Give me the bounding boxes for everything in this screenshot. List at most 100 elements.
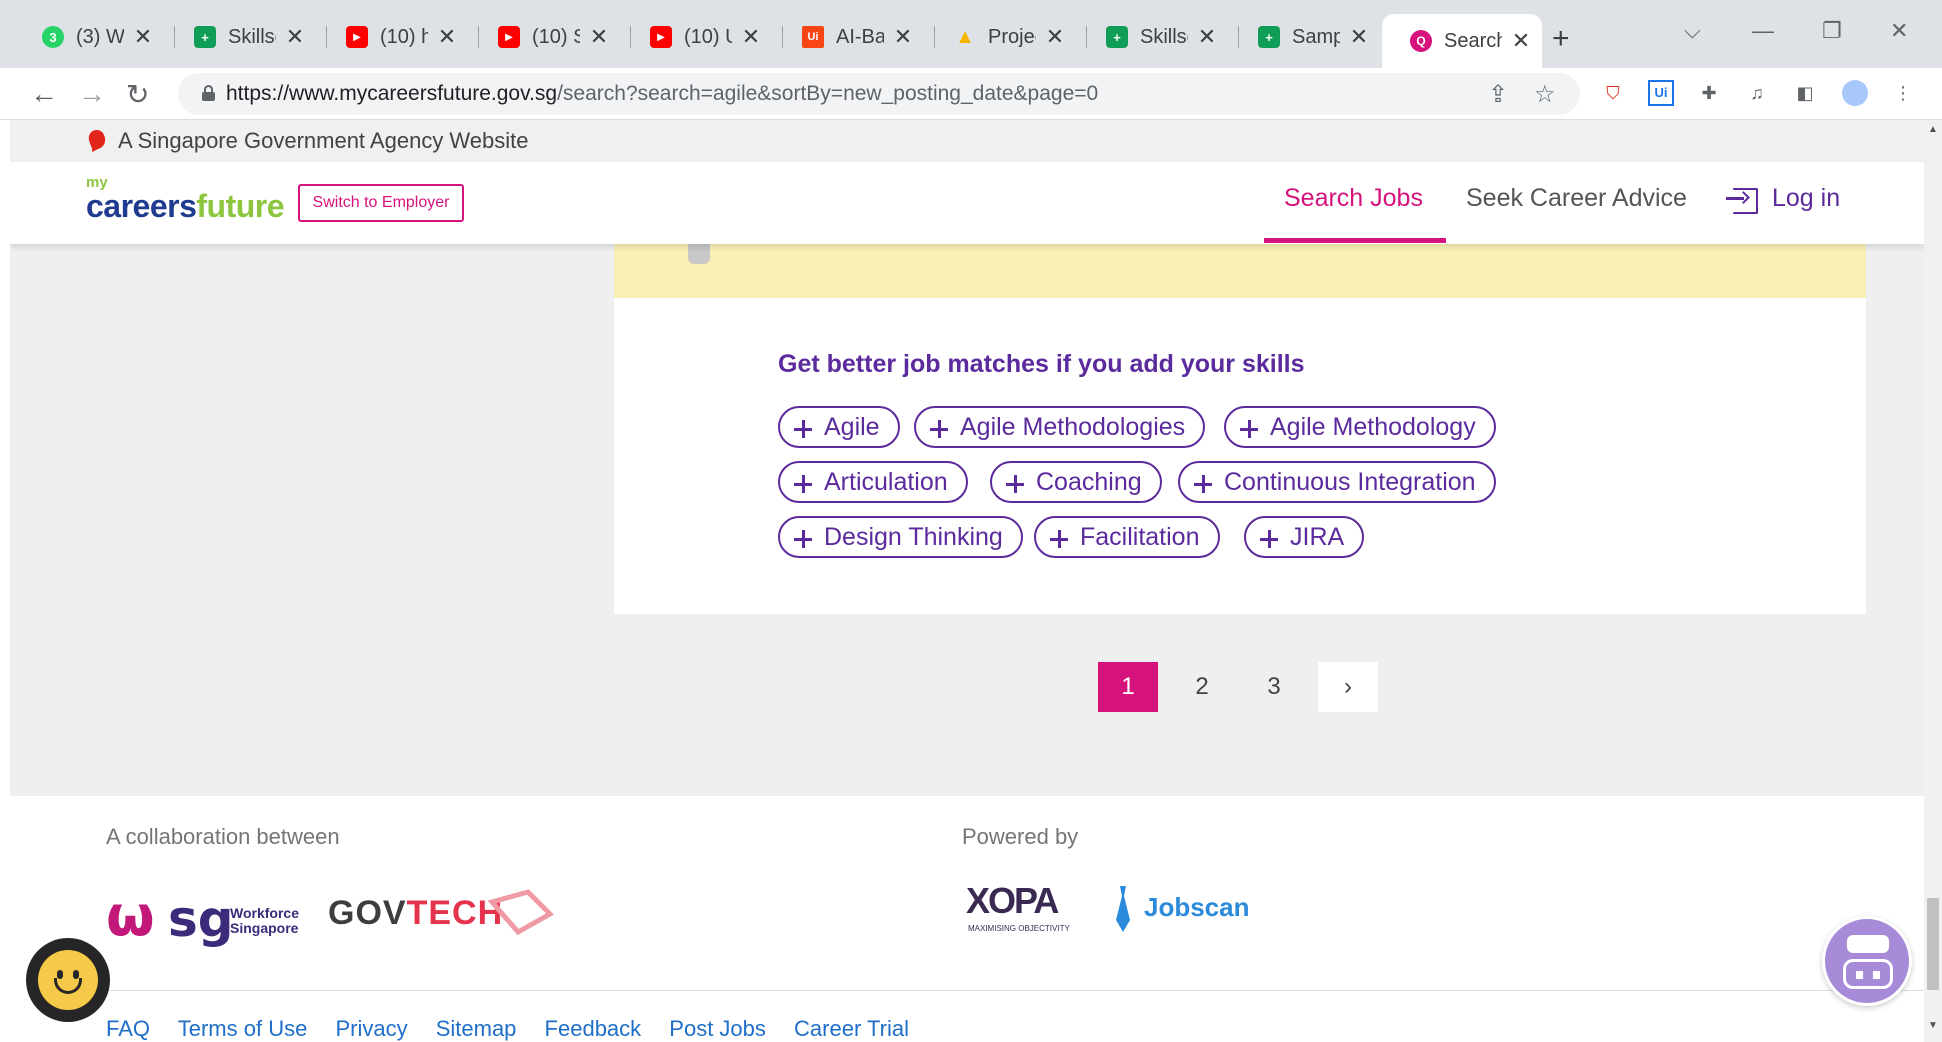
page-2-button[interactable]: 2 [1172,662,1232,712]
browser-tab-active[interactable]: Q Search ✕ [1382,14,1542,68]
skills-suggestion-card: Get better job matches if you add your s… [614,298,1866,614]
scrollbar-thumb[interactable] [1927,898,1939,990]
close-tab-icon[interactable]: ✕ [436,24,458,50]
govtech-logo[interactable]: GOVTECH [328,884,560,944]
footer-link-privacy[interactable]: Privacy [335,1016,407,1041]
nav-log-in[interactable]: Log in [1772,184,1840,213]
reload-button[interactable]: ↻ [126,78,149,111]
nav-seek-career-advice[interactable]: Seek Career Advice [1466,184,1687,213]
tab-label: AI-Bas [836,25,884,48]
url-text[interactable]: https://www.mycareersfuture.gov.sg/searc… [226,82,1098,106]
side-panel-icon[interactable]: ◧ [1792,80,1818,106]
extension-shield-icon[interactable]: ⛉ [1600,80,1626,106]
add-skill-chip[interactable]: Agile Methodologies [914,406,1206,448]
browser-tab[interactable]: ▶ (10) Ui ✕ [622,14,772,60]
share-icon[interactable]: ⇪ [1488,80,1508,109]
tab-label: Sample [1292,25,1340,48]
add-skill-chip[interactable]: Agile [778,406,900,448]
uipath-icon: Ui [802,26,824,48]
close-tab-icon[interactable]: ✕ [588,24,610,50]
lock-icon[interactable] [202,85,215,101]
plus-icon [1260,530,1278,548]
close-tab-icon[interactable]: ✕ [132,24,154,50]
browser-tab[interactable]: + Skillset ✕ [1078,14,1228,60]
browser-tab[interactable]: + Sample ✕ [1230,14,1380,60]
tab-label: (3) Wh [76,25,124,48]
browser-tab-bar: 3 (3) Wh ✕ + Skillset ✕ ▶ (10) hc ✕ ▶ (1… [0,0,1942,68]
add-skill-chip[interactable]: Design Thinking [778,516,1023,558]
collaboration-label: A collaboration between [106,824,340,849]
page-scrollbar[interactable]: ▲ ▼ [1924,120,1942,1042]
footer-link-faq[interactable]: FAQ [106,1016,150,1041]
page-1-button[interactable]: 1 [1098,662,1158,712]
nav-search-jobs[interactable]: Search Jobs [1284,184,1423,213]
restore-button[interactable]: ❐ [1822,18,1842,44]
switch-to-employer-button[interactable]: Switch to Employer [298,184,464,222]
footer-link-career-trial[interactable]: Career Trial [794,1016,909,1041]
plus-icon [794,475,812,493]
scroll-down-arrow[interactable]: ▼ [1928,1020,1938,1031]
footer-link-post-jobs[interactable]: Post Jobs [669,1016,766,1041]
bookmark-star-icon[interactable]: ☆ [1534,80,1556,109]
robot-icon [1843,959,1893,989]
chatbot-button[interactable] [1822,916,1912,1006]
extensions-puzzle-icon[interactable]: ✚ [1696,80,1722,106]
back-button[interactable]: ← [30,78,58,110]
close-tab-icon[interactable]: ✕ [1196,24,1218,50]
browser-tab[interactable]: ▶ (10) Sir ✕ [470,14,620,60]
feedback-smiley-button[interactable] [26,938,110,1022]
jobscan-logo[interactable]: Jobscan [1110,884,1250,936]
close-window-button[interactable]: ✕ [1890,18,1908,44]
xopa-logo[interactable]: XOPA MAXIMISING OBJECTIVITY [966,880,1070,936]
browser-tab[interactable]: ▲ Project ✕ [926,14,1076,60]
add-skill-chip[interactable]: JIRA [1244,516,1365,558]
browser-tab[interactable]: + Skillset ✕ [166,14,316,60]
site-header: my careersfuture Switch to Employer Sear… [10,162,1924,244]
close-tab-icon[interactable]: ✕ [1510,28,1532,54]
forward-button[interactable]: → [78,78,106,110]
gov-banner-text: A Singapore Government Agency Website [118,128,529,153]
profile-avatar[interactable] [1842,80,1868,106]
tab-label: Search [1444,29,1502,52]
add-skill-chip[interactable]: Facilitation [1034,516,1220,558]
media-control-icon[interactable]: ♫ [1744,80,1770,106]
browser-tab[interactable]: ▶ (10) hc ✕ [318,14,468,60]
footer-link-terms[interactable]: Terms of Use [178,1016,308,1041]
powered-by-label: Powered by [962,824,1079,849]
minimize-button[interactable]: — [1752,18,1774,44]
page-3-button[interactable]: 3 [1244,662,1304,712]
gov-agency-banner: A Singapore Government Agency Website [10,120,1924,162]
plus-icon [794,530,812,548]
tie-icon [1116,886,1130,932]
site-footer: A collaboration between Powered by ω sg … [10,796,1924,1042]
plus-icon [1194,475,1212,493]
browser-tab[interactable]: Ui AI-Bas ✕ [774,14,924,60]
footer-link-feedback[interactable]: Feedback [545,1016,642,1041]
youtube-icon: ▶ [650,26,672,48]
smiley-icon [38,950,98,1010]
close-tab-icon[interactable]: ✕ [284,24,306,50]
close-tab-icon[interactable]: ✕ [892,24,914,50]
close-tab-icon[interactable]: ✕ [740,24,762,50]
scroll-up-arrow[interactable]: ▲ [1928,124,1938,135]
login-icon[interactable] [1726,188,1758,214]
skills-heading: Get better job matches if you add your s… [778,350,1305,378]
plus-icon [1240,420,1258,438]
uipath-extension-icon[interactable]: Ui [1648,80,1674,106]
tab-search-icon[interactable]: ⌵ [1684,18,1701,44]
add-skill-chip[interactable]: Coaching [990,461,1162,503]
close-tab-icon[interactable]: ✕ [1348,24,1370,50]
tab-label: Skillset [228,25,276,48]
chat-bubble-icon [1847,935,1889,953]
add-skill-chip[interactable]: Agile Methodology [1224,406,1496,448]
new-tab-button[interactable]: + [1552,22,1570,56]
next-page-button[interactable]: › [1318,662,1378,712]
wsg-logo[interactable]: ω sg Workforce Singapore [106,884,302,949]
footer-link-sitemap[interactable]: Sitemap [436,1016,517,1041]
address-bar[interactable]: https://www.mycareersfuture.gov.sg/searc… [178,73,1580,115]
browser-menu-icon[interactable]: ⋮ [1890,80,1916,106]
add-skill-chip[interactable]: Articulation [778,461,968,503]
close-tab-icon[interactable]: ✕ [1044,24,1066,50]
add-skill-chip[interactable]: Continuous Integration [1178,461,1496,503]
browser-tab[interactable]: 3 (3) Wh ✕ [14,14,164,60]
